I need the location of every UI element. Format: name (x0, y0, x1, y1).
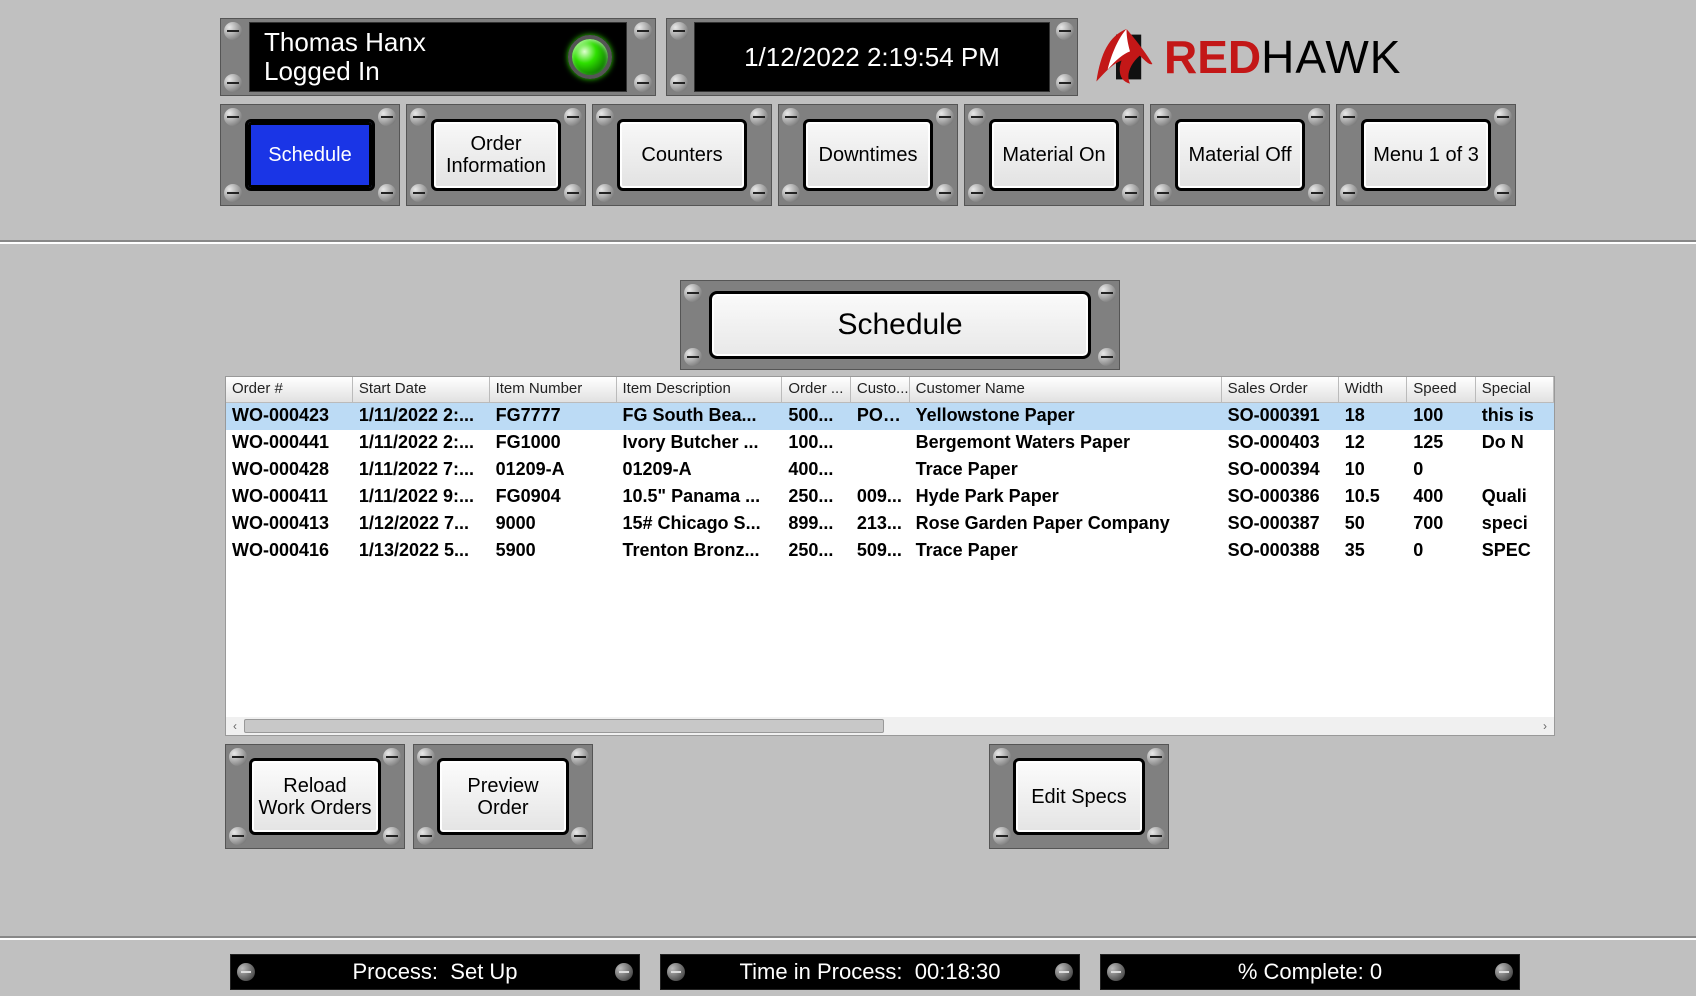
preview-order-button[interactable]: Preview Order (437, 758, 569, 835)
nav-panel-3: Downtimes (778, 104, 958, 206)
work-order-grid[interactable]: Order #Start DateItem NumberItem Descrip… (225, 376, 1555, 736)
scroll-right-icon[interactable]: › (1536, 717, 1554, 735)
clock-panel: 1/12/2022 2:19:54 PM (666, 18, 1078, 96)
grid-header[interactable]: Order #Start DateItem NumberItem Descrip… (226, 377, 1554, 403)
table-row[interactable]: WO-0004411/11/2022 2:...FG1000Ivory Butc… (226, 430, 1554, 457)
column-header[interactable]: Item Number (490, 377, 617, 403)
column-header[interactable]: Order # (226, 377, 353, 403)
section-title: Schedule (709, 291, 1091, 359)
table-row[interactable]: WO-0004161/13/2022 5...5900Trenton Bronz… (226, 538, 1554, 565)
column-header[interactable]: Order ... (782, 377, 851, 403)
reload-panel: Reload Work Orders (225, 744, 405, 849)
status-led-icon (568, 35, 612, 79)
user-status-panel: Thomas Hanx Logged In (220, 18, 656, 96)
nav-panel-0: Schedule (220, 104, 400, 206)
process-status: Process: Set Up (230, 954, 640, 990)
nav-button-counters[interactable]: Counters (617, 119, 747, 191)
column-header[interactable]: Customer Name (910, 377, 1222, 403)
nav-button-schedule[interactable]: Schedule (245, 119, 375, 191)
percent-complete-status: % Complete: 0 (1100, 954, 1520, 990)
table-row[interactable]: WO-0004131/12/2022 7...900015# Chicago S… (226, 511, 1554, 538)
nav-panel-1: Order Information (406, 104, 586, 206)
column-header[interactable]: Special (1476, 377, 1554, 403)
time-in-process-status: Time in Process: 00:18:30 (660, 954, 1080, 990)
main-nav: Schedule Order Information Counters Downtim… (220, 104, 1516, 206)
nav-panel-2: Counters (592, 104, 772, 206)
nav-button-order-information[interactable]: Order Information (431, 119, 561, 191)
app-logo: REDHAWK (1088, 22, 1401, 92)
hawk-icon (1088, 22, 1158, 92)
preview-panel: Preview Order (413, 744, 593, 849)
edit-specs-button[interactable]: Edit Specs (1013, 758, 1145, 835)
column-header[interactable]: Sales Order (1222, 377, 1339, 403)
scroll-thumb[interactable] (244, 719, 884, 733)
grid-body[interactable]: WO-0004231/11/2022 2:...FG7777FG South B… (226, 403, 1554, 565)
nav-button-menu-1-of-3[interactable]: Menu 1 of 3 (1361, 119, 1491, 191)
edit-specs-panel: Edit Specs (989, 744, 1169, 849)
nav-button-material-off[interactable]: Material Off (1175, 119, 1305, 191)
column-header[interactable]: Start Date (353, 377, 490, 403)
nav-button-material-on[interactable]: Material On (989, 119, 1119, 191)
reload-work-orders-button[interactable]: Reload Work Orders (249, 758, 381, 835)
column-header[interactable]: Custo... (851, 377, 910, 403)
table-row[interactable]: WO-0004111/11/2022 9:...FG090410.5" Pana… (226, 484, 1554, 511)
clock-text: 1/12/2022 2:19:54 PM (744, 42, 1000, 73)
user-status: Logged In (264, 57, 426, 86)
nav-panel-4: Material On (964, 104, 1144, 206)
table-row[interactable]: WO-0004281/11/2022 7:...01209-A01209-A40… (226, 457, 1554, 484)
scroll-left-icon[interactable]: ‹ (226, 717, 244, 735)
column-header[interactable]: Item Description (617, 377, 783, 403)
user-name: Thomas Hanx (264, 28, 426, 57)
table-row[interactable]: WO-0004231/11/2022 2:...FG7777FG South B… (226, 403, 1554, 430)
section-title-panel: Schedule (680, 280, 1120, 370)
column-header[interactable]: Speed (1407, 377, 1476, 403)
column-header[interactable]: Width (1339, 377, 1408, 403)
nav-button-downtimes[interactable]: Downtimes (803, 119, 933, 191)
nav-panel-6: Menu 1 of 3 (1336, 104, 1516, 206)
horizontal-scrollbar[interactable]: ‹ › (226, 717, 1554, 735)
nav-panel-5: Material Off (1150, 104, 1330, 206)
